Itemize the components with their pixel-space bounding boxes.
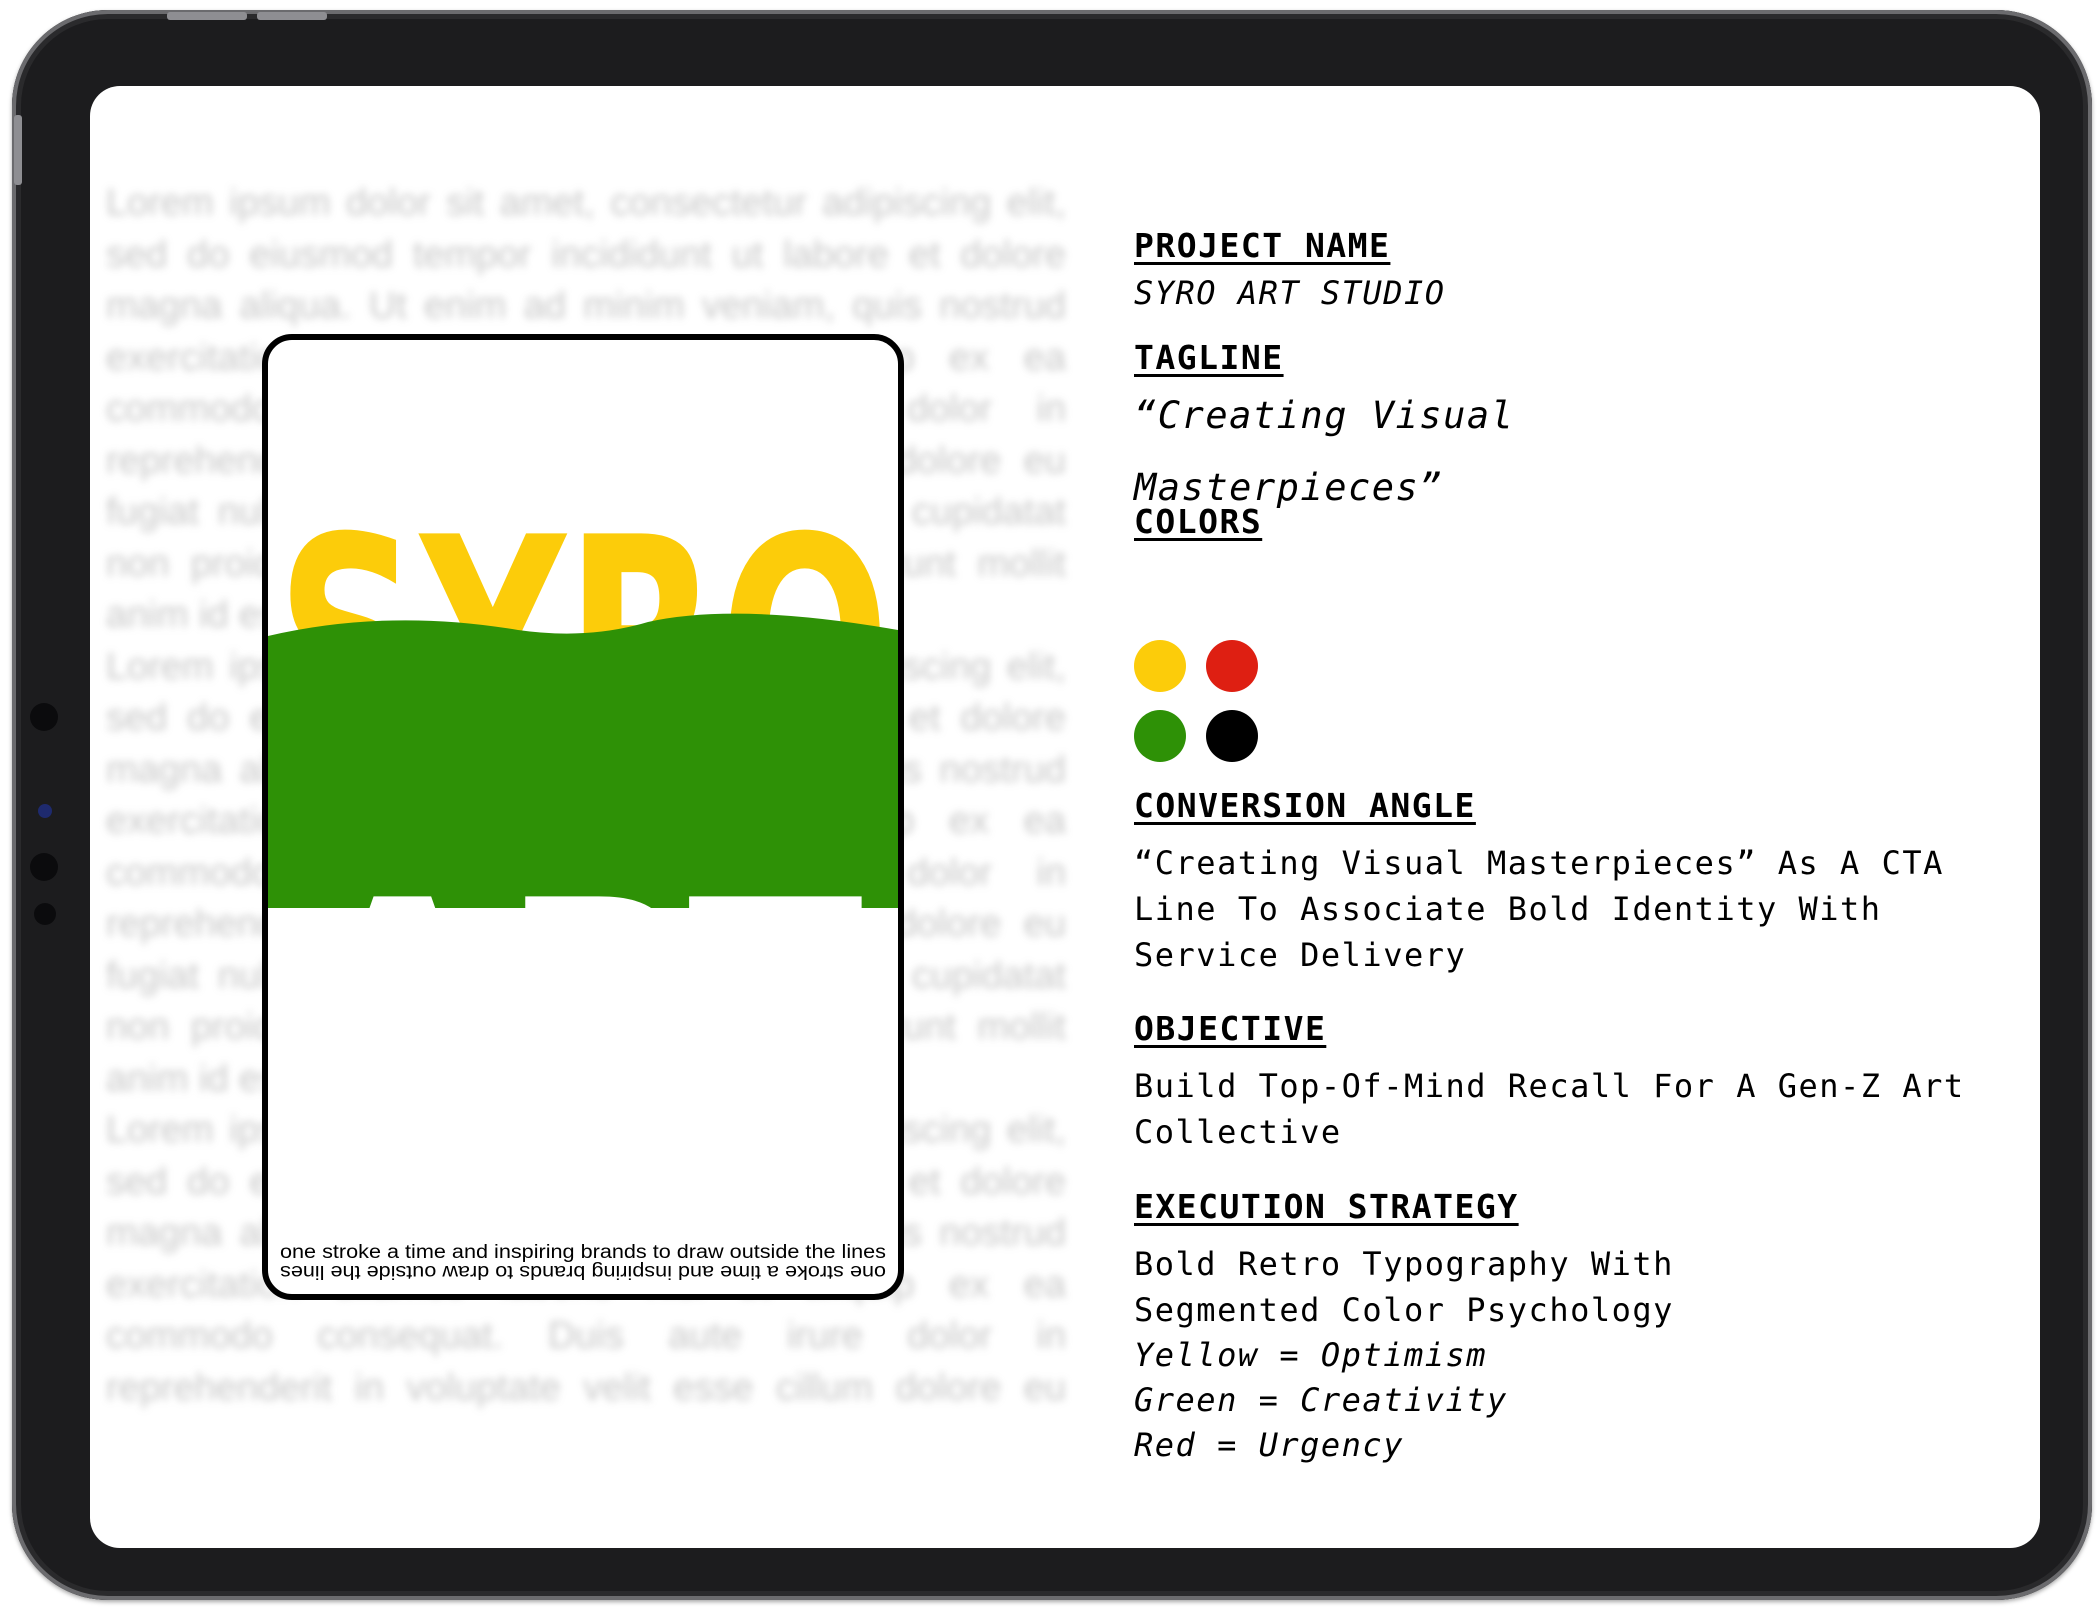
syro-art-studio-poster: SYRO ART STUDIO creating visual masterpi… — [262, 334, 904, 1300]
project-name-value: SYRO ART STUDIO — [1134, 274, 1446, 312]
camera-lens — [38, 804, 52, 818]
tablet-screen: Lorem ipsum dolor sit amet, consectetur … — [90, 86, 2040, 1548]
color-meaning-red: Red = Urgency — [1134, 1426, 1404, 1464]
conversion-angle-heading: CONVERSION ANGLE — [1134, 786, 1476, 825]
tagline-heading: TAGLINE — [1134, 338, 1284, 377]
conversion-angle-value: “Creating Visual Masterpieces” As A CTA … — [1134, 844, 1944, 974]
volume-up-button — [167, 12, 247, 20]
camera-sensor — [30, 703, 58, 731]
swatch-red — [1206, 640, 1258, 692]
swatch-yellow — [1134, 640, 1186, 692]
color-meaning-green: Green = Creativity — [1134, 1381, 1508, 1419]
camera-sensor — [30, 853, 58, 881]
poster-artwork: SYRO ART STUDIO creating visual masterpi… — [268, 477, 898, 1294]
objective-heading: OBJECTIVE — [1134, 1009, 1327, 1048]
volume-down-button — [257, 12, 327, 20]
swatch-green — [1134, 710, 1186, 762]
camera-sensor — [34, 903, 56, 925]
objective-value: Build Top-Of-Mind Recall For A Gen-Z Art… — [1134, 1067, 1965, 1151]
execution-strategy-value: Bold Retro Typography With Segmented Col… — [1134, 1245, 1674, 1329]
tablet-frame: Lorem ipsum dolor sit amet, consectetur … — [12, 10, 2092, 1600]
poster-subline-mirrored: one stroke a time and inspiring brands t… — [280, 1261, 886, 1282]
execution-strategy-heading: EXECUTION STRATEGY — [1134, 1187, 1519, 1226]
color-meaning-yellow: Yellow = Optimism — [1134, 1336, 1488, 1374]
colors-heading: COLORS — [1134, 502, 1263, 541]
poster-white-band — [268, 908, 898, 1170]
swatch-black — [1206, 710, 1258, 762]
project-name-heading: PROJECT NAME — [1134, 226, 1391, 265]
poster-subline: one stroke a time and inspiring brands t… — [280, 1242, 886, 1263]
power-button — [14, 115, 22, 185]
poster-word-studio: STUDIO — [277, 1288, 889, 1294]
